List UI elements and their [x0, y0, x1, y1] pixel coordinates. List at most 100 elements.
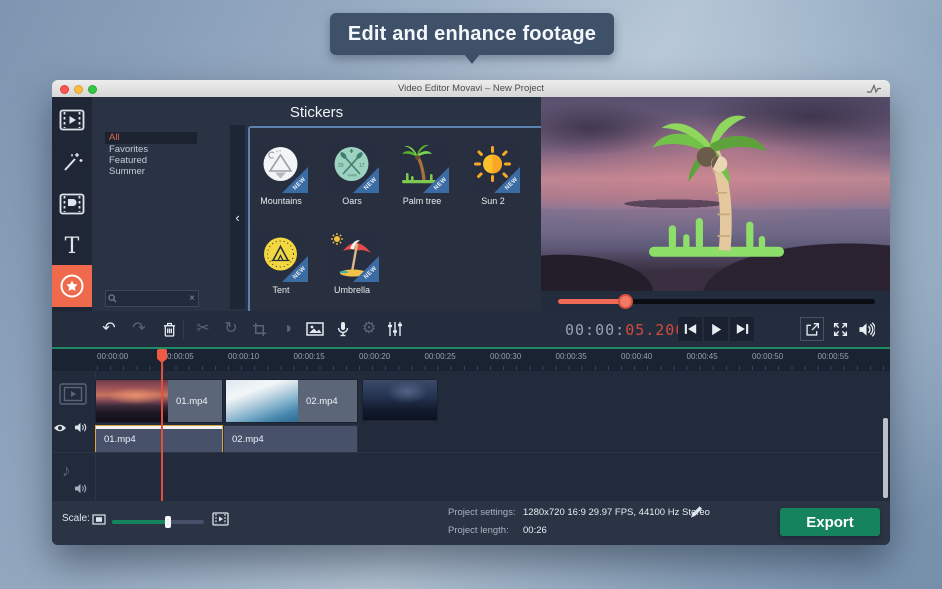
- crop-icon: [252, 322, 267, 337]
- crop-button[interactable]: [246, 311, 272, 347]
- clip-thumbnail-sunset: [96, 380, 168, 422]
- sidebar-item-media[interactable]: [52, 99, 92, 141]
- linked-clip-02[interactable]: 02.mp4: [223, 425, 358, 453]
- sidebar-item-stickers[interactable]: [52, 265, 92, 307]
- sidebar-item-titles[interactable]: T: [52, 225, 92, 267]
- contrast-icon: ◑: [282, 320, 292, 337]
- microphone-icon: [337, 321, 349, 337]
- search-clear-icon[interactable]: ×: [189, 293, 195, 304]
- timeline-ruler[interactable]: 00:00:00 00:00:05 00:00:10 00:00:15 00:0…: [52, 349, 890, 371]
- sticker-search[interactable]: ×: [105, 290, 199, 307]
- preview-player: [541, 97, 890, 291]
- search-icon: [108, 294, 117, 303]
- preview-seek-row: [541, 291, 890, 311]
- ruler-tick: 00:00:05: [162, 352, 194, 361]
- playhead-line[interactable]: [161, 349, 163, 501]
- track-mute-speaker-icon[interactable]: [74, 422, 87, 433]
- ruler-tick: 00:00:30: [490, 352, 522, 361]
- color-adjust-button[interactable]: ◑: [274, 311, 300, 347]
- next-frame-button[interactable]: [730, 317, 754, 341]
- preview-seekbar[interactable]: [558, 294, 875, 309]
- chevron-left-icon: ‹: [235, 209, 240, 225]
- preview-palm-tree-sticker[interactable]: [631, 107, 811, 275]
- skip-back-icon: [684, 323, 697, 335]
- timeline-tracks: 01.mp4 02.mp4 01.mp4 02.mp4 ♪: [52, 371, 890, 501]
- title-bar: Video Editor Movavi – New Project: [52, 80, 890, 98]
- stickers-panel: Stickers All Favorites Featured Summer ×…: [92, 97, 578, 313]
- split-button[interactable]: ✂: [190, 311, 216, 347]
- record-voice-button[interactable]: [330, 311, 356, 347]
- project-length-value: 00:26: [523, 525, 547, 536]
- zoom-in-film-icon[interactable]: [212, 512, 229, 526]
- share-out-icon: [805, 322, 820, 337]
- seekbar-handle[interactable]: [618, 294, 633, 309]
- timecode-main: 00:00:: [565, 321, 626, 339]
- edit-pencil-icon[interactable]: [690, 505, 703, 518]
- clip-label: 01.mp4: [168, 380, 222, 422]
- timecode-display: 00:00:05.200: [565, 321, 685, 339]
- panel-title: Stickers: [289, 104, 344, 121]
- volume-button[interactable]: [854, 317, 878, 341]
- sticker-label: Tent: [272, 285, 290, 295]
- video-clip-03[interactable]: [362, 379, 438, 421]
- gear-icon: ⚙: [361, 320, 377, 337]
- detach-player-button[interactable]: [800, 317, 824, 341]
- video-clip-02[interactable]: 02.mp4: [225, 379, 358, 423]
- zoom-out-film-icon[interactable]: [92, 514, 106, 525]
- desktop: Edit and enhance footage Video Editor Mo…: [0, 0, 942, 589]
- sticker-tile-palm-tree[interactable]: NEW: [394, 138, 449, 193]
- category-summer[interactable]: Summer: [105, 166, 197, 178]
- sticker-tile-sun-2[interactable]: NEW: [465, 138, 520, 193]
- sticker-label: Mountains: [260, 196, 302, 206]
- track-visibility-eye-icon[interactable]: [53, 423, 67, 433]
- delete-button[interactable]: [156, 311, 182, 347]
- stickers-icon: [59, 273, 85, 299]
- toolbar-separator: [183, 319, 184, 339]
- sticker-tile-tent[interactable]: NEW: [253, 227, 308, 282]
- redo-button[interactable]: ↷: [126, 311, 152, 347]
- project-length-label: Project length:: [448, 525, 509, 536]
- rotate-button[interactable]: ↻: [218, 311, 244, 347]
- clip-thumbnail-mountains: [363, 380, 437, 420]
- undo-button[interactable]: ↶: [96, 311, 122, 347]
- ruler-tick: 00:00:45: [686, 352, 718, 361]
- previous-frame-button[interactable]: [678, 317, 702, 341]
- export-button[interactable]: Export: [780, 508, 880, 536]
- sticker-tile-umbrella[interactable]: NEW: [324, 227, 379, 282]
- sticker-label: Sun 2: [481, 196, 505, 206]
- sticker-label: Oars: [342, 196, 362, 206]
- ruler-tick: 00:00:35: [555, 352, 587, 361]
- settings-button[interactable]: ⚙: [356, 311, 382, 347]
- audio-mute-speaker-icon[interactable]: [74, 483, 87, 494]
- linked-clip-01[interactable]: 01.mp4: [95, 425, 223, 453]
- ruler-minor-ticks: [97, 366, 886, 370]
- ruler-tick: 00:00:15: [293, 352, 325, 361]
- sticker-label: Umbrella: [333, 285, 370, 295]
- activity-icon[interactable]: [866, 84, 882, 94]
- sticker-tile-mountains[interactable]: NEW: [253, 138, 308, 193]
- search-input[interactable]: [119, 292, 187, 305]
- timeline-scrollbar[interactable]: [883, 418, 888, 498]
- project-settings-label: Project settings:: [448, 507, 516, 518]
- track-divider: [52, 452, 890, 453]
- sticker-tile-oars[interactable]: 20 17 WWW NEW: [324, 138, 379, 193]
- scale-slider-handle[interactable]: [165, 516, 171, 528]
- project-settings-value: 1280x720 16:9 29.97 FPS, 44100 Hz Stereo: [523, 507, 710, 518]
- scale-slider-fill: [112, 520, 168, 524]
- fullscreen-button[interactable]: [828, 317, 852, 341]
- redo-icon: ↷: [132, 320, 146, 337]
- sidebar-item-transitions[interactable]: [52, 183, 92, 225]
- image-icon: [306, 322, 324, 336]
- transitions-icon: [59, 193, 85, 215]
- video-track-icon: [59, 383, 87, 405]
- category-all[interactable]: All: [105, 132, 197, 144]
- sidebar-item-filters[interactable]: [52, 141, 92, 183]
- collapse-panel-button[interactable]: ‹: [230, 125, 245, 309]
- scale-slider[interactable]: [112, 516, 204, 528]
- fullscreen-icon: [833, 322, 848, 337]
- video-clip-01[interactable]: 01.mp4: [95, 379, 223, 423]
- play-button[interactable]: [704, 317, 728, 341]
- insert-image-button[interactable]: [302, 311, 328, 347]
- equalizer-button[interactable]: [382, 311, 408, 347]
- scale-label: Scale:: [62, 513, 90, 524]
